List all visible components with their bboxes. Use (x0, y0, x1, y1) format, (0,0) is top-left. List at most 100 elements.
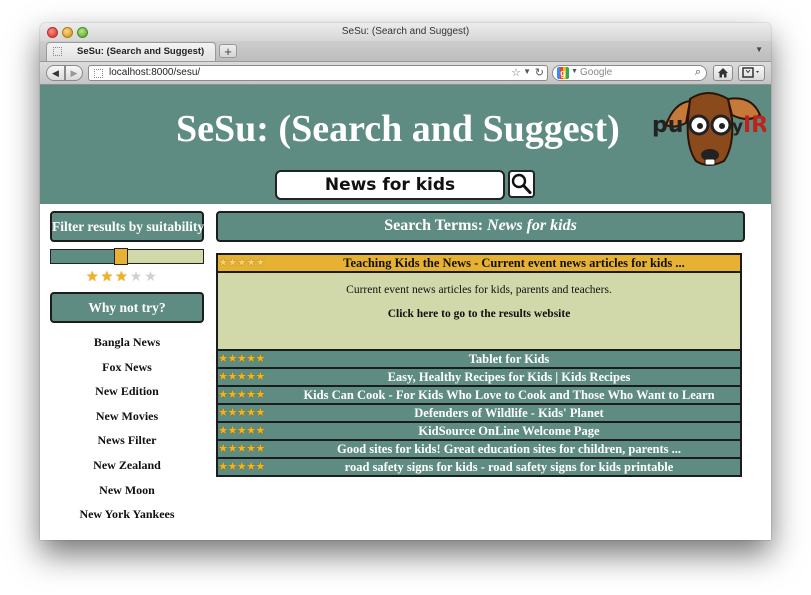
suggestion-link[interactable]: New York Yankees (50, 502, 204, 527)
site-header: SeSu: (Search and Suggest) pu y IR News … (40, 85, 771, 204)
search-icon[interactable]: ⌕ (695, 66, 701, 79)
star-icon: ★ (236, 371, 247, 383)
star-icon: ★ (236, 389, 247, 401)
back-button[interactable]: ◀ (46, 65, 65, 81)
back-arrow-icon: ◀ (52, 68, 59, 78)
star-icon: ★ (236, 443, 247, 455)
bookmarks-menu-button[interactable] (738, 65, 765, 81)
search-button[interactable] (508, 170, 535, 198)
navigation-toolbar: ◀ ▶ localhost:8000/sesu/ ☆ ▼ ↻ g ▼ Googl… (40, 62, 771, 85)
star-icon: ★ (218, 461, 228, 473)
web-search-placeholder[interactable]: Google (580, 67, 612, 78)
reload-icon[interactable]: ↻ (535, 66, 544, 79)
result-rating: ★★★★★ (218, 405, 266, 421)
suggestion-link[interactable]: News Filter (50, 428, 204, 453)
star-icon: ★ (218, 389, 228, 401)
result-description: Current event news articles for kids, pa… (346, 284, 612, 296)
filter-suitability-button[interactable]: Filter results by suitability (50, 211, 204, 242)
slider-fill (51, 250, 114, 263)
result-title[interactable]: Tablet for Kids (278, 351, 740, 367)
star-icon: ★ (227, 443, 237, 455)
star-icon: ★ (245, 353, 256, 365)
tab-sesu[interactable]: SeSu: (Search and Suggest) (46, 42, 216, 61)
star-icon: ★ (227, 407, 237, 419)
result-row[interactable]: ★★★★★ KidSource OnLine Welcome Page (216, 423, 742, 441)
star-icon: ★ (255, 407, 265, 419)
suggestion-link[interactable]: New Zealand (50, 453, 204, 478)
why-not-try-button[interactable]: Why not try? (50, 292, 204, 323)
result-title[interactable]: Good sites for kids! Great education sit… (278, 441, 740, 457)
star-icon: ★ (245, 389, 256, 401)
suggestion-link[interactable]: Fox News (50, 355, 204, 380)
star-icon: ★ (218, 257, 228, 269)
result-row[interactable]: ★★★★★ road safety signs for kids - road s… (216, 459, 742, 477)
star-icon: ★ (255, 461, 265, 473)
address-bar[interactable]: localhost:8000/sesu/ ☆ ▼ ↻ (88, 65, 548, 81)
bookmark-star-icon[interactable]: ☆ (511, 66, 521, 79)
suggestion-list: Bangla News Fox News New Edition New Movies… (50, 330, 204, 527)
star-icon: ★ (236, 425, 247, 437)
result-rating: ★★★★★ (218, 255, 266, 271)
search-terms-header: Search Terms: News for kids (216, 211, 745, 242)
rating-star-icon[interactable]: ★ (101, 268, 116, 284)
puppyir-logo: pu y IR (652, 92, 766, 166)
forward-arrow-icon: ▶ (70, 68, 78, 78)
search-terms-label: Search Terms: (384, 217, 484, 234)
home-button[interactable] (713, 65, 733, 81)
result-row[interactable]: ★★★★★ Good sites for kids! Great educatio… (216, 441, 742, 459)
result-title[interactable]: KidSource OnLine Welcome Page (278, 423, 740, 439)
star-icon: ★ (245, 443, 256, 455)
url-text[interactable]: localhost:8000/sesu/ (109, 67, 200, 78)
tab-list-dropdown-icon[interactable]: ▼ (755, 45, 763, 54)
result-rating: ★★★★★ (218, 423, 266, 439)
star-icon: ★ (236, 353, 247, 365)
suggestion-link[interactable]: New Moon (50, 478, 204, 503)
history-dropdown-icon[interactable]: ▼ (523, 67, 531, 76)
search-terms-query: News for kids (487, 217, 577, 234)
star-icon: ★ (218, 425, 228, 437)
google-engine-icon[interactable]: g (557, 67, 569, 79)
search-query-input[interactable]: News for kids (275, 170, 505, 200)
result-title[interactable]: Defenders of Wildlife - Kids' Planet (278, 405, 740, 421)
slider-handle[interactable] (114, 248, 128, 265)
star-icon: ★ (245, 425, 256, 437)
result-row[interactable]: ★★★★★ Easy, Healthy Recipes for Kids | Ki… (216, 369, 742, 387)
result-row[interactable]: ★★★★★ Tablet for Kids (216, 351, 742, 369)
result-website-link[interactable]: Click here to go to the results website (218, 308, 740, 320)
web-search-box[interactable]: g ▼ Google ⌕ (552, 65, 707, 81)
suitability-slider[interactable] (50, 248, 204, 265)
suggestion-link[interactable]: New Edition (50, 379, 204, 404)
svg-text:pu: pu (652, 113, 683, 138)
star-icon: ★ (218, 407, 228, 419)
rating-star-icon[interactable]: ★ (86, 268, 101, 284)
result-row[interactable]: ★★★★★ Defenders of Wildlife - Kids' Plane… (216, 405, 742, 423)
result-title[interactable]: Teaching Kids the News - Current event n… (288, 255, 740, 271)
star-icon: ★ (227, 461, 237, 473)
rating-star-icon[interactable]: ★ (130, 268, 145, 284)
rating-star-icon[interactable]: ★ (144, 268, 159, 284)
result-title[interactable]: Easy, Healthy Recipes for Kids | Kids Re… (278, 369, 740, 385)
forward-button[interactable]: ▶ (65, 65, 83, 81)
star-icon: ★ (227, 371, 237, 383)
tab-label: SeSu: (Search and Suggest) (77, 46, 205, 57)
rating-star-icon[interactable]: ★ (115, 268, 130, 284)
engine-dropdown-icon[interactable]: ▼ (571, 68, 578, 75)
result-title[interactable]: road safety signs for kids - road safety… (278, 459, 740, 475)
result-row[interactable]: ★★★★★ Teaching Kids the News - Current ev… (216, 253, 742, 273)
svg-text:IR: IR (743, 113, 766, 138)
result-row[interactable]: ★★★★★ Kids Can Cook - For Kids Who Love t… (216, 387, 742, 405)
star-icon: ★ (245, 407, 256, 419)
suggestion-link[interactable]: Bangla News (50, 330, 204, 355)
site-title: SeSu: (Search and Suggest) (176, 108, 620, 150)
result-rating: ★★★★★ (218, 441, 266, 457)
magnifier-icon (511, 173, 532, 194)
result-rating: ★★★★★ (218, 387, 266, 403)
svg-text:y: y (732, 117, 743, 137)
star-icon: ★ (255, 389, 265, 401)
result-title[interactable]: Kids Can Cook - For Kids Who Love to Coo… (278, 387, 740, 403)
suggestion-link[interactable]: New Movies (50, 404, 204, 429)
new-tab-button[interactable]: + (219, 44, 237, 58)
site-identity-icon[interactable] (94, 69, 103, 78)
browser-window: SeSu: (Search and Suggest) SeSu: (Search… (40, 23, 771, 540)
star-icon: ★ (255, 257, 265, 269)
